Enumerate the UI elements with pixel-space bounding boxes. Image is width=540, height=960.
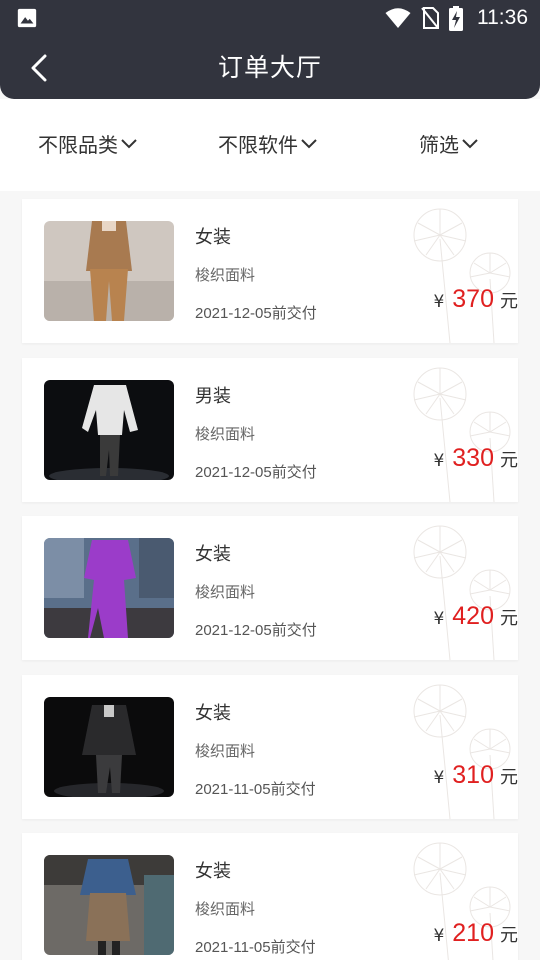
status-bar: 11:36 (0, 0, 540, 36)
category-filter[interactable]: 不限品类 (38, 129, 138, 158)
status-time: 11:36 (477, 6, 528, 29)
order-card[interactable]: 女装 梭织面料 2021-11-05前交付 ¥ 310 元 (22, 675, 518, 819)
currency-symbol: ¥ (433, 609, 445, 629)
dandelion-decoration (413, 208, 511, 343)
currency-symbol: ¥ (433, 768, 445, 788)
order-card[interactable]: 女装 梭织面料 2021-12-05前交付 ¥ 420 元 (22, 516, 518, 660)
image-icon (17, 8, 37, 28)
order-card[interactable]: 男装 梭织面料 2021-12-05前交付 ¥ 330 元 (22, 358, 518, 502)
product-thumbnail (44, 697, 174, 797)
order-price: ¥ 330 元 (433, 444, 518, 473)
dandelion-decoration (413, 525, 511, 660)
price-amount: 330 (452, 444, 494, 472)
product-thumbnail (44, 855, 174, 955)
order-price: ¥ 210 元 (433, 919, 518, 948)
page-title: 订单大厅 (217, 53, 322, 82)
order-category: 女装 (195, 861, 231, 882)
chevron-down-icon (462, 138, 478, 148)
advanced-filter[interactable]: 筛选 (419, 129, 479, 158)
advanced-filter-label: 筛选 (419, 133, 459, 157)
order-fabric: 梭织面料 (195, 900, 256, 918)
chevron-down-icon (121, 138, 137, 148)
app-header: 11:36 订单大厅 (0, 0, 540, 99)
order-card[interactable]: 女装 梭织面料 2021-11-05前交付 ¥ 210 元 (22, 833, 518, 960)
order-fabric: 梭织面料 (195, 742, 256, 760)
order-fabric: 梭织面料 (195, 583, 256, 601)
price-unit: 元 (500, 608, 518, 629)
filter-bar: 不限品类 不限软件 筛选 (0, 99, 540, 191)
order-due-date: 2021-11-05前交付 (195, 781, 316, 798)
product-thumbnail (44, 380, 174, 480)
order-card[interactable]: 女装 梭织面料 2021-12-05前交付 ¥ 370 元 (22, 199, 518, 343)
price-unit: 元 (500, 925, 518, 946)
no-sim-icon (421, 7, 439, 29)
currency-symbol: ¥ (433, 292, 445, 312)
order-due-date: 2021-12-05前交付 (195, 464, 317, 481)
dandelion-decoration (413, 684, 511, 819)
battery-charging-icon (449, 5, 463, 31)
order-category: 男装 (195, 386, 231, 407)
price-amount: 310 (452, 761, 494, 789)
price-unit: 元 (500, 291, 518, 312)
order-price: ¥ 370 元 (433, 285, 518, 314)
currency-symbol: ¥ (433, 451, 445, 471)
order-due-date: 2021-11-05前交付 (195, 939, 316, 956)
order-due-date: 2021-12-05前交付 (195, 305, 317, 322)
price-unit: 元 (500, 767, 518, 788)
order-due-date: 2021-12-05前交付 (195, 622, 317, 639)
dandelion-decoration (413, 367, 511, 502)
wifi-icon (385, 8, 411, 28)
order-category: 女装 (195, 227, 231, 248)
price-amount: 210 (452, 919, 494, 947)
order-fabric: 梭织面料 (195, 266, 256, 284)
product-thumbnail (44, 538, 174, 638)
category-filter-label: 不限品类 (38, 133, 118, 157)
order-price: ¥ 310 元 (433, 761, 518, 790)
currency-symbol: ¥ (433, 926, 445, 946)
order-category: 女装 (195, 544, 231, 565)
product-thumbnail (44, 221, 174, 321)
price-amount: 420 (452, 602, 494, 630)
price-unit: 元 (500, 450, 518, 471)
order-price: ¥ 420 元 (433, 602, 518, 631)
order-fabric: 梭织面料 (195, 425, 256, 443)
software-filter[interactable]: 不限软件 (218, 129, 318, 158)
status-indicators: 11:36 (385, 5, 528, 31)
software-filter-label: 不限软件 (218, 133, 298, 157)
order-category: 女装 (195, 703, 231, 724)
chevron-down-icon (301, 138, 317, 148)
price-amount: 370 (452, 285, 494, 313)
